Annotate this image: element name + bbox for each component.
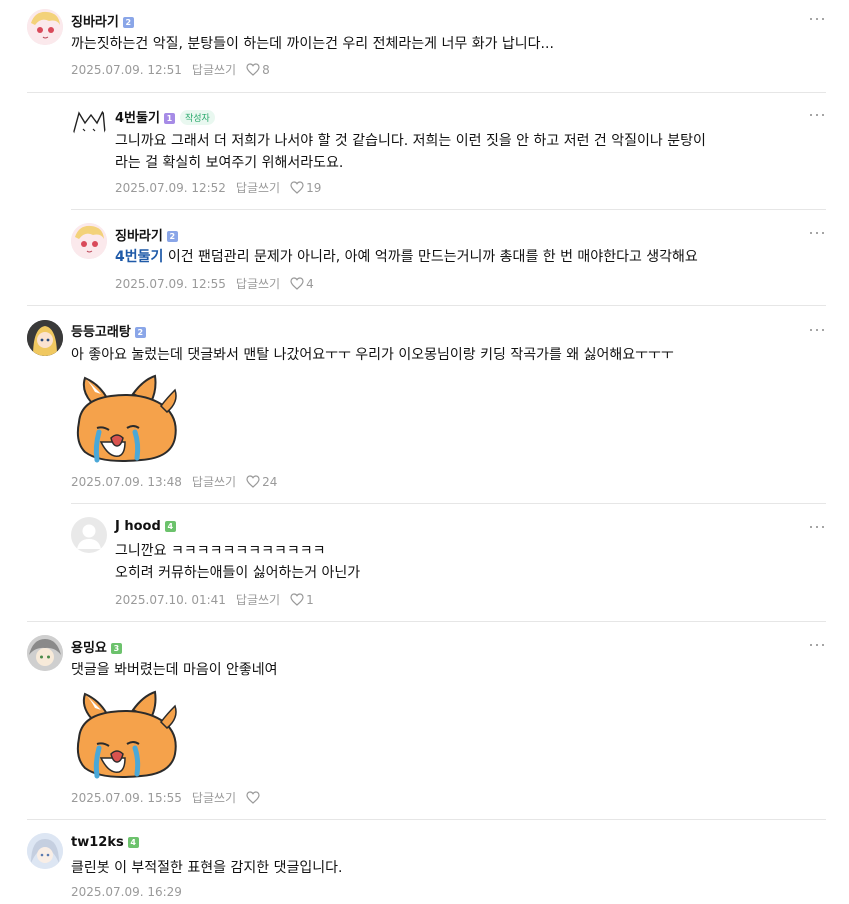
level-badge: 2 <box>122 17 134 28</box>
avatar[interactable] <box>27 635 63 671</box>
level-badge: 4 <box>127 837 139 848</box>
level-badge: 2 <box>166 231 178 242</box>
divider <box>27 92 826 93</box>
divider <box>71 503 826 504</box>
comment-text-line: 오히려 커뮤하는애들이 싫어하는거 아닌가 <box>115 565 361 581</box>
default-profile-icon[interactable] <box>71 517 107 553</box>
author-name[interactable]: 징바라기 2 <box>115 225 178 244</box>
like-button[interactable]: 4 <box>290 277 314 291</box>
more-options-icon[interactable] <box>810 16 826 22</box>
mention-link[interactable]: 4번둘기 <box>115 249 163 265</box>
avatar[interactable] <box>27 833 63 869</box>
level-badge: 2 <box>134 327 146 338</box>
like-button[interactable]: 1 <box>290 593 314 607</box>
cleanbot-notice: 클린봇 이 부적절한 표현을 감지한 댓글입니다. <box>71 860 343 876</box>
author-name[interactable]: tw12ks 4 <box>71 835 139 850</box>
reply-button[interactable]: 답글쓰기 <box>236 277 280 291</box>
comment-text-line: 라는 걸 확실히 보여주기 위해서라도요. <box>115 155 344 171</box>
avatar[interactable] <box>27 320 63 356</box>
heart-icon <box>290 593 304 606</box>
more-options-icon[interactable] <box>810 230 826 236</box>
reply-button[interactable]: 답글쓰기 <box>192 475 236 489</box>
more-options-icon[interactable] <box>810 112 826 118</box>
comment-text-line: 그니깐요 ㅋㅋㅋㅋㅋㅋㅋㅋㅋㅋㅋㅋ <box>115 543 326 559</box>
comment-date: 2025.07.10. 01:41 <box>115 593 226 607</box>
avatar[interactable] <box>27 9 63 45</box>
reply-button[interactable]: 답글쓰기 <box>236 181 280 195</box>
reply-button[interactable]: 답글쓰기 <box>192 791 236 805</box>
author-name[interactable]: 4번둘기 1 작성자 <box>115 107 215 126</box>
comment-date: 2025.07.09. 13:48 <box>71 475 182 489</box>
author-name[interactable]: J hood 4 <box>115 519 176 534</box>
comment-date: 2025.07.09. 12:55 <box>115 277 226 291</box>
comment-text: 댓글을 봐버렸는데 마음이 안좋네여 <box>71 662 278 678</box>
like-button[interactable] <box>246 791 262 805</box>
author-name[interactable]: 등등고래탕 2 <box>71 321 146 340</box>
level-badge: 4 <box>164 521 176 532</box>
divider <box>27 305 826 306</box>
like-button[interactable]: 8 <box>246 63 270 77</box>
comment-date: 2025.07.09. 12:51 <box>71 63 182 77</box>
heart-icon <box>290 181 304 194</box>
more-options-icon[interactable] <box>810 642 826 648</box>
reply-button[interactable]: 답글쓰기 <box>236 593 280 607</box>
divider <box>27 621 826 622</box>
writer-badge: 작성자 <box>179 110 215 125</box>
divider <box>71 209 826 210</box>
avatar[interactable] <box>71 105 107 141</box>
comment-text: 까는짓하는건 악질, 분탕들이 하는데 까이는건 우리 전체라는게 너무 화가 … <box>71 36 554 52</box>
level-badge: 3 <box>110 643 122 654</box>
divider <box>27 819 826 820</box>
author-name[interactable]: 징바라기 2 <box>71 11 134 30</box>
fox-crying-sticker <box>71 372 181 467</box>
comment-date: 2025.07.09. 16:29 <box>71 885 182 899</box>
more-options-icon[interactable] <box>810 327 826 333</box>
like-button[interactable]: 19 <box>290 181 321 195</box>
heart-icon <box>246 63 260 76</box>
fox-crying-sticker <box>71 688 181 783</box>
comment-text-line: 그니까요 그래서 더 저희가 나서야 할 것 같습니다. 저희는 이런 짓을 안… <box>115 133 706 149</box>
reply-button[interactable]: 답글쓰기 <box>192 63 236 77</box>
comment-date: 2025.07.09. 12:52 <box>115 181 226 195</box>
like-button[interactable]: 24 <box>246 475 277 489</box>
comment-text: 아 좋아요 눌렀는데 댓글봐서 맨탈 나갔어요ㅜㅜ 우리가 이오몽님이랑 키딩 … <box>71 347 674 363</box>
level-badge: 1 <box>163 113 175 124</box>
comment-date: 2025.07.09. 15:55 <box>71 791 182 805</box>
avatar[interactable] <box>71 223 107 259</box>
heart-icon <box>290 277 304 290</box>
more-options-icon[interactable] <box>810 524 826 530</box>
author-name[interactable]: 용밍요 3 <box>71 637 122 656</box>
heart-icon <box>246 475 260 488</box>
heart-icon <box>246 791 260 804</box>
comment-text: 4번둘기 이건 팬덤관리 문제가 아니라, 아예 억까를 만드는거니까 총대를 … <box>115 249 698 265</box>
